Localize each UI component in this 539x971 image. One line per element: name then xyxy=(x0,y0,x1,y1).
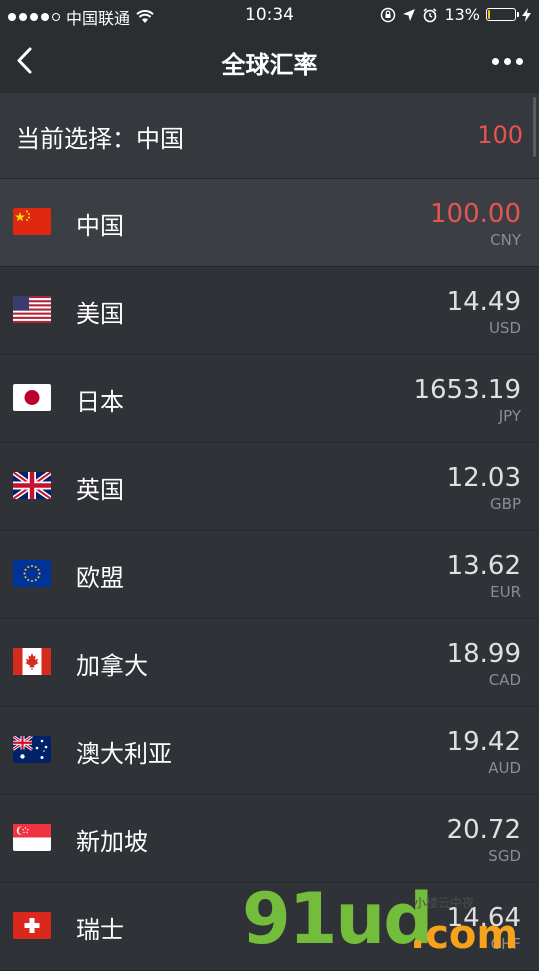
navigation-bar: 全球汇率 xyxy=(0,30,539,93)
currency-code: JPY xyxy=(498,407,521,425)
currency-code: AUD xyxy=(488,759,521,777)
currency-value: 12.03 xyxy=(446,463,521,493)
currency-row-gbp[interactable]: 英国 12.03 GBP xyxy=(0,443,539,531)
battery-level xyxy=(488,10,490,19)
uk-flag-icon xyxy=(13,472,51,499)
currency-row-eur[interactable]: 欧盟 13.62 EUR xyxy=(0,531,539,619)
currency-code: CAD xyxy=(488,671,521,689)
currency-row-jpy[interactable]: 日本 1653.19 JPY xyxy=(0,355,539,443)
battery-percent: 13% xyxy=(444,5,480,24)
alarm-icon xyxy=(423,7,437,22)
current-amount[interactable]: 100 xyxy=(477,121,523,149)
switzerland-flag-icon xyxy=(13,912,51,939)
china-flag-icon xyxy=(13,208,51,235)
currency-name: 中国 xyxy=(76,212,124,240)
currency-row-chf[interactable]: 瑞士 14.64 CHF xyxy=(0,883,539,971)
current-selection-label: 当前选择：中国 xyxy=(16,125,184,153)
currency-value: 100.00 xyxy=(430,199,521,229)
currency-row-aud[interactable]: 澳大利亚 19.42 AUD xyxy=(0,707,539,795)
battery-icon xyxy=(486,8,519,21)
usa-flag-icon xyxy=(13,296,51,323)
currency-value: 20.72 xyxy=(446,815,521,845)
status-right: 13% xyxy=(380,5,531,24)
more-dot-icon xyxy=(491,57,499,65)
currency-code: EUR xyxy=(490,583,521,601)
currency-list: 中国 100.00 CNY 美国 14.49 USD 日本 1653.19 JP… xyxy=(0,179,539,971)
currency-value: 14.64 xyxy=(446,903,521,933)
more-dot-icon xyxy=(515,57,523,65)
more-button[interactable] xyxy=(487,48,527,74)
eu-flag-icon xyxy=(13,560,51,587)
currency-code: USD xyxy=(488,319,521,337)
australia-flag-icon xyxy=(13,736,51,763)
currency-code: SGD xyxy=(488,847,521,865)
currency-row-cad[interactable]: 加拿大 18.99 CAD xyxy=(0,619,539,707)
charging-bolt-icon xyxy=(522,7,531,22)
status-bar: 中国联通 10:34 13% xyxy=(0,0,539,30)
japan-flag-icon xyxy=(13,384,51,411)
currency-row-sgd[interactable]: 新加坡 20.72 SGD xyxy=(0,795,539,883)
currency-value: 1653.19 xyxy=(413,375,521,405)
currency-name: 欧盟 xyxy=(76,564,124,592)
canada-flag-icon xyxy=(13,648,51,675)
currency-code: GBP xyxy=(490,495,521,513)
page-title: 全球汇率 xyxy=(221,51,318,79)
currency-code: CHF xyxy=(490,935,521,953)
currency-value: 13.62 xyxy=(446,551,521,581)
scrollbar[interactable] xyxy=(533,97,536,157)
currency-value: 18.99 xyxy=(446,639,521,669)
currency-name: 瑞士 xyxy=(76,916,124,944)
currency-row-cny[interactable]: 中国 100.00 CNY xyxy=(0,179,539,267)
currency-row-usd[interactable]: 美国 14.49 USD xyxy=(0,267,539,355)
location-arrow-icon xyxy=(403,8,416,21)
singapore-flag-icon xyxy=(13,824,51,851)
currency-name: 新加坡 xyxy=(76,828,148,856)
more-dot-icon xyxy=(503,57,511,65)
currency-name: 美国 xyxy=(76,300,124,328)
currency-code: CNY xyxy=(490,231,521,249)
currency-value: 19.42 xyxy=(446,727,521,757)
rotation-lock-icon xyxy=(381,7,396,22)
currency-value: 14.49 xyxy=(446,287,521,317)
current-selection-bar[interactable]: 当前选择：中国 100 xyxy=(0,93,539,179)
currency-name: 英国 xyxy=(76,476,124,504)
currency-name: 澳大利亚 xyxy=(76,740,172,768)
currency-name: 日本 xyxy=(76,388,124,416)
currency-name: 加拿大 xyxy=(76,652,148,680)
